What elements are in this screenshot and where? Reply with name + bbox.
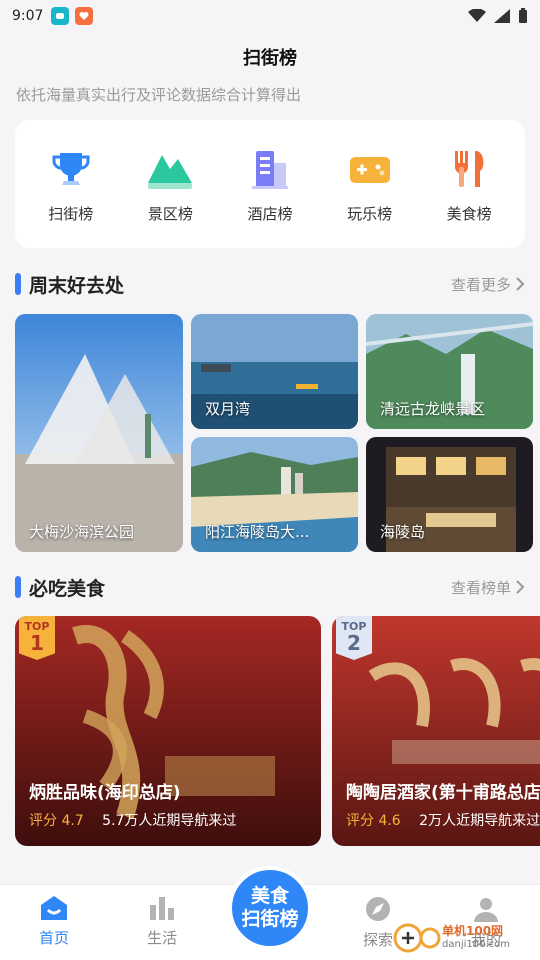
food-name: 陶陶居酒家(第十甫路总店 — [346, 783, 540, 803]
home-icon — [41, 896, 67, 920]
nav-label: 生活 — [146, 929, 177, 947]
app-notification-icon — [51, 7, 70, 25]
center-button-line2: 扫街榜 — [241, 908, 299, 930]
gamepad-icon — [346, 145, 394, 193]
trophy-icon — [47, 145, 95, 193]
food-visits: 5.7万人近期导航来过 — [102, 813, 237, 829]
category-street-rank[interactable]: 扫街榜 — [26, 145, 116, 224]
category-fun-rank[interactable]: 玩乐榜 — [325, 145, 415, 224]
status-time: 9:07 — [12, 8, 44, 24]
watermark-logo-icon — [393, 923, 441, 953]
place-name: 阳江海陵岛大... — [205, 523, 310, 541]
watermark-line1: 单机100网 — [442, 924, 504, 938]
food-rank-center-button[interactable]: 美食 扫街榜 — [228, 866, 312, 950]
section-accent-bar — [15, 273, 21, 295]
wifi-icon — [468, 9, 486, 22]
category-hotel-rank[interactable]: 酒店榜 — [225, 145, 315, 224]
weekend-places-grid: 大梅沙海滨公园 双月湾 清远古龙峡景区 阳江海陵岛大... 海陵岛 — [15, 314, 533, 552]
category-label: 玩乐榜 — [347, 204, 393, 223]
rank-badge-number: 2 — [347, 631, 361, 655]
place-card[interactable]: 双月湾 — [191, 314, 358, 429]
nav-life[interactable]: 生活 — [108, 885, 216, 960]
food-name: 炳胜品味(海印总店) — [29, 783, 181, 803]
weekend-section-header: 周末好去处 查看更多 — [15, 271, 525, 297]
page-title: 扫街榜 — [243, 48, 297, 69]
rank-badge: TOP 1 — [19, 616, 55, 660]
status-bar: 9:07 — [0, 0, 540, 32]
food-score: 评分 4.7 — [29, 813, 84, 829]
category-label: 扫街榜 — [48, 204, 94, 223]
food-meta: 评分 4.7 5.7万人近期导航来过 — [29, 810, 236, 830]
category-label: 酒店榜 — [247, 204, 293, 223]
nav-home[interactable]: 首页 — [0, 885, 108, 960]
page-subtitle: 依托海量真实出行及评论数据综合计算得出 — [16, 86, 302, 104]
app-notification-icon — [75, 7, 94, 25]
chevron-right-icon — [516, 580, 525, 594]
place-name: 清远古龙峡景区 — [380, 400, 486, 418]
food-score: 评分 4.6 — [346, 813, 401, 829]
more-label: 查看更多 — [450, 275, 511, 294]
section-title: 周末好去处 — [29, 274, 125, 297]
chevron-right-icon — [516, 277, 525, 291]
place-card[interactable]: 海陵岛 — [366, 437, 533, 552]
mountain-icon — [146, 145, 194, 193]
place-card[interactable]: 清远古龙峡景区 — [366, 314, 533, 429]
place-name: 大梅沙海滨公园 — [29, 523, 135, 541]
food-visits: 2万人近期导航来过 — [419, 813, 540, 829]
food-section-header: 必吃美食 查看榜单 — [15, 574, 525, 600]
compass-icon — [366, 897, 390, 921]
utensils-icon — [445, 145, 493, 193]
rank-badge-number: 1 — [30, 631, 44, 655]
signal-icon — [494, 9, 510, 23]
category-card: 扫街榜 景区榜 酒店榜 玩乐榜 美食榜 — [15, 120, 525, 248]
center-button-line1: 美食 — [250, 885, 289, 907]
food-list: TOP 1 炳胜品味(海印总店) 评分 4.7 5.7万人近期导航来过 TOP … — [15, 616, 540, 846]
nav-label: 探索 — [362, 931, 393, 949]
category-label: 景区榜 — [147, 204, 193, 223]
place-name: 双月湾 — [205, 400, 251, 418]
watermark: 单机100网 danji100.com — [392, 916, 540, 960]
food-meta: 评分 4.6 2万人近期导航来过 — [346, 810, 540, 830]
more-label: 查看榜单 — [450, 578, 511, 597]
category-label: 美食榜 — [446, 204, 492, 223]
section-title: 必吃美食 — [29, 577, 106, 600]
place-card[interactable]: 大梅沙海滨公园 — [15, 314, 183, 552]
battery-icon — [519, 8, 527, 23]
place-name: 海陵岛 — [380, 523, 426, 541]
rank-badge: TOP 2 — [336, 616, 372, 660]
place-card[interactable]: 阳江海陵岛大... — [191, 437, 358, 552]
watermark-line2: danji100.com — [442, 939, 510, 950]
building-icon — [246, 145, 294, 193]
food-more-link[interactable]: 查看榜单 — [451, 577, 525, 598]
weekend-more-link[interactable]: 查看更多 — [451, 274, 525, 295]
category-scenic-rank[interactable]: 景区榜 — [125, 145, 215, 224]
nav-label: 首页 — [38, 929, 69, 947]
bar-chart-icon — [150, 897, 174, 920]
food-card[interactable]: TOP 1 炳胜品味(海印总店) 评分 4.7 5.7万人近期导航来过 — [15, 616, 321, 846]
place-photo — [15, 314, 183, 552]
section-accent-bar — [15, 576, 21, 598]
category-food-rank[interactable]: 美食榜 — [424, 145, 514, 224]
food-card[interactable]: TOP 2 陶陶居酒家(第十甫路总店 评分 4.6 2万人近期导航来过 — [332, 616, 540, 846]
